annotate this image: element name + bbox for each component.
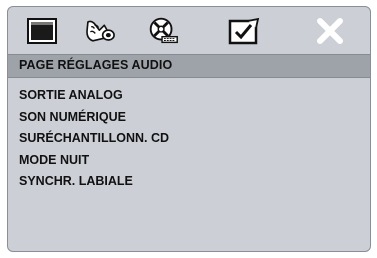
menu-item-analog-output[interactable]: SORTIE ANALOG xyxy=(19,86,169,108)
audio-settings-menu: SORTIE ANALOG SON NUMÉRIQUE SURÉCHANTILL… xyxy=(19,86,169,194)
page-title: PAGE RÉGLAGES AUDIO xyxy=(19,58,173,72)
tab-audio-setup[interactable] xyxy=(83,16,119,46)
tab-preferences[interactable] xyxy=(226,16,262,46)
tab-exit[interactable] xyxy=(312,16,348,46)
menu-item-night-mode[interactable]: MODE NUIT xyxy=(19,151,169,173)
speaker-icon xyxy=(86,20,115,42)
screen-icon xyxy=(27,18,57,44)
disc-icon xyxy=(149,17,178,44)
audio-setup-panel: PAGE RÉGLAGES AUDIO SORTIE ANALOG SON NU… xyxy=(7,6,371,252)
menu-item-digital-audio[interactable]: SON NUMÉRIQUE xyxy=(19,108,169,130)
menu-item-cd-upsampling[interactable]: SURÉCHANTILLONN. CD xyxy=(19,129,169,151)
tab-general-setup[interactable] xyxy=(24,16,60,46)
page-title-bar: PAGE RÉGLAGES AUDIO xyxy=(8,54,370,78)
tab-dolby-setup[interactable] xyxy=(145,16,181,46)
setup-tab-bar xyxy=(8,7,370,53)
checkbox-icon xyxy=(228,17,260,45)
menu-item-lip-sync[interactable]: SYNCHR. LABIALE xyxy=(19,172,169,194)
close-icon xyxy=(317,18,343,44)
